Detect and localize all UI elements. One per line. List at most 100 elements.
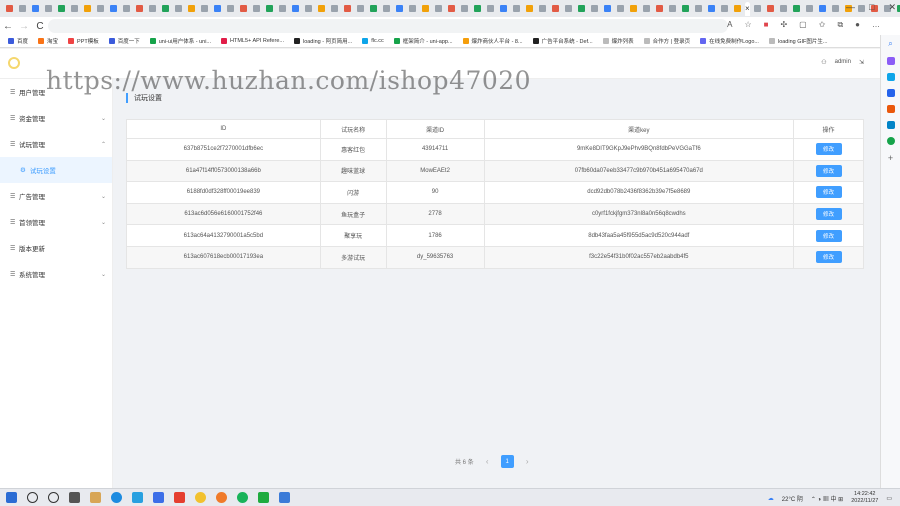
tools-icon[interactable] xyxy=(886,73,895,81)
tab-favicon[interactable] xyxy=(97,5,104,12)
more-menu-icon[interactable]: … xyxy=(872,20,880,30)
bookmark[interactable]: loading - 阿页简用... xyxy=(293,37,352,45)
widgets-icon[interactable] xyxy=(69,492,80,503)
bookmark[interactable]: 淘宝 xyxy=(38,37,58,45)
task-view-icon[interactable] xyxy=(48,492,59,503)
bookmark[interactable]: uni-ui用户体系 - uni... xyxy=(149,37,211,45)
weather-icon[interactable]: ☁ xyxy=(768,495,774,502)
tab-favicon[interactable] xyxy=(331,5,338,12)
collections-icon[interactable]: ⧉ xyxy=(837,20,843,30)
bookmark[interactable]: flc.cc xyxy=(362,38,384,44)
tab-favicon[interactable] xyxy=(766,5,774,12)
tab-favicon[interactable] xyxy=(422,5,429,12)
tab-favicon[interactable] xyxy=(805,5,813,12)
bookmark[interactable]: 框架简介 - uni-app... xyxy=(393,37,453,45)
sidebar-item-version[interactable]: ☰ 版本更新 xyxy=(0,235,112,261)
tab-favicon[interactable] xyxy=(721,5,728,12)
tab-favicon[interactable] xyxy=(500,5,507,12)
outlook-icon[interactable] xyxy=(886,121,895,129)
edit-button[interactable]: 修改 xyxy=(815,186,842,199)
tab-favicon[interactable] xyxy=(344,5,351,12)
sidebar-item-trial[interactable]: ☰ 试玩管理 ⌃ xyxy=(0,131,112,157)
back-button[interactable]: ← xyxy=(0,21,16,32)
bookmark[interactable]: HTML5+ API Refere... xyxy=(221,38,284,44)
extension-icon[interactable]: ■ xyxy=(764,20,769,30)
tab-favicon[interactable] xyxy=(292,5,299,12)
page-number[interactable]: 1 xyxy=(500,455,514,468)
split-screen-icon[interactable]: ▢ xyxy=(799,20,807,30)
tab-favicon[interactable] xyxy=(227,5,234,12)
puzzle-icon[interactable]: ✣ xyxy=(780,20,787,30)
tab-favicon[interactable] xyxy=(604,5,611,12)
bookmark[interactable]: 百度 xyxy=(8,37,28,45)
edit-button[interactable]: 修改 xyxy=(815,229,842,242)
tab-favicon[interactable] xyxy=(240,5,247,12)
tab-favicon[interactable] xyxy=(58,5,65,12)
media-player-icon[interactable] xyxy=(132,492,143,503)
favorites-icon[interactable]: ✩ xyxy=(819,20,826,30)
profile-icon[interactable]: ● xyxy=(855,20,860,30)
tab-favicon[interactable] xyxy=(162,5,169,12)
edge-browser-icon[interactable] xyxy=(111,492,122,503)
app-icon[interactable] xyxy=(174,492,185,503)
tab-favicon[interactable] xyxy=(734,5,741,12)
app-icon[interactable] xyxy=(153,492,164,503)
tab-favicon[interactable] xyxy=(708,5,715,12)
bookmark[interactable]: 百度一下 xyxy=(108,37,140,45)
tab-favicon[interactable] xyxy=(818,5,826,12)
tab-favicon[interactable] xyxy=(461,5,468,12)
forward-button[interactable]: → xyxy=(16,21,32,32)
tab-favicon[interactable] xyxy=(831,5,839,12)
tab-favicon[interactable] xyxy=(552,5,559,12)
edit-button[interactable]: 修改 xyxy=(815,208,842,221)
tab-favicon[interactable] xyxy=(656,5,663,12)
search-icon[interactable]: ⌕ xyxy=(888,39,892,49)
reload-button[interactable]: C xyxy=(32,21,48,32)
hbuilder-icon[interactable] xyxy=(258,492,269,503)
tab-favicon[interactable] xyxy=(435,5,442,12)
tab-favicon[interactable] xyxy=(792,5,800,12)
file-explorer-icon[interactable] xyxy=(90,492,101,503)
sidebar-item-leader[interactable]: ☰ 首领管理 ⌄ xyxy=(0,209,112,235)
edit-button[interactable]: 修改 xyxy=(815,143,842,156)
prev-page-button[interactable]: ‹ xyxy=(481,455,494,468)
tab-favicon[interactable] xyxy=(19,5,26,12)
sidebar-item-ads[interactable]: ☰ 广告管理 ⌄ xyxy=(0,183,112,209)
search-icon[interactable] xyxy=(27,492,38,503)
edit-button[interactable]: 修改 xyxy=(815,164,842,177)
maximize-button[interactable]: □ xyxy=(869,2,874,13)
tab-favicon[interactable] xyxy=(175,5,182,12)
tab-favicon[interactable] xyxy=(682,5,689,12)
bookmark[interactable]: 在线免费制作Logo... xyxy=(700,37,759,45)
sidebar-item-system[interactable]: ☰ 系统管理 ⌄ xyxy=(0,261,112,287)
tab-favicon[interactable] xyxy=(565,5,572,12)
tab-favicon[interactable] xyxy=(71,5,78,12)
tab-favicon[interactable] xyxy=(526,5,533,12)
tab-favicon[interactable] xyxy=(84,5,91,12)
read-aloud-icon[interactable]: A xyxy=(727,20,732,30)
bookmark[interactable]: 爆炸列表 xyxy=(602,37,634,45)
address-input[interactable] xyxy=(48,19,728,33)
tab-favicon[interactable] xyxy=(383,5,390,12)
bookmark[interactable]: 合作方 | 登录页 xyxy=(643,37,690,45)
tab-favicon[interactable] xyxy=(110,5,117,12)
tab-favicon[interactable] xyxy=(617,5,624,12)
tab-favicon[interactable] xyxy=(513,5,520,12)
tab-favicon[interactable] xyxy=(591,5,598,12)
games-icon[interactable] xyxy=(886,89,895,97)
tab-favicon[interactable] xyxy=(32,5,39,12)
tab-favicon[interactable] xyxy=(188,5,195,12)
tab-favicon[interactable] xyxy=(695,5,702,12)
favorite-star-icon[interactable]: ☆ xyxy=(744,20,751,30)
copilot-icon[interactable] xyxy=(886,57,895,65)
sidebar-item-funds[interactable]: ☰ 资金管理 ⌄ xyxy=(0,105,112,131)
tab-favicon[interactable] xyxy=(6,5,13,12)
notification-icon[interactable]: ▭ xyxy=(886,495,892,502)
clock[interactable]: 14:22:42 2022/11/27 xyxy=(851,491,878,505)
close-window-button[interactable]: ✕ xyxy=(888,2,896,13)
spotify-icon[interactable] xyxy=(886,137,895,145)
tab-favicon[interactable] xyxy=(753,5,761,12)
tab-favicon[interactable] xyxy=(448,5,455,12)
office-icon[interactable] xyxy=(886,105,895,113)
active-tab-close-button[interactable]: × xyxy=(745,1,750,16)
